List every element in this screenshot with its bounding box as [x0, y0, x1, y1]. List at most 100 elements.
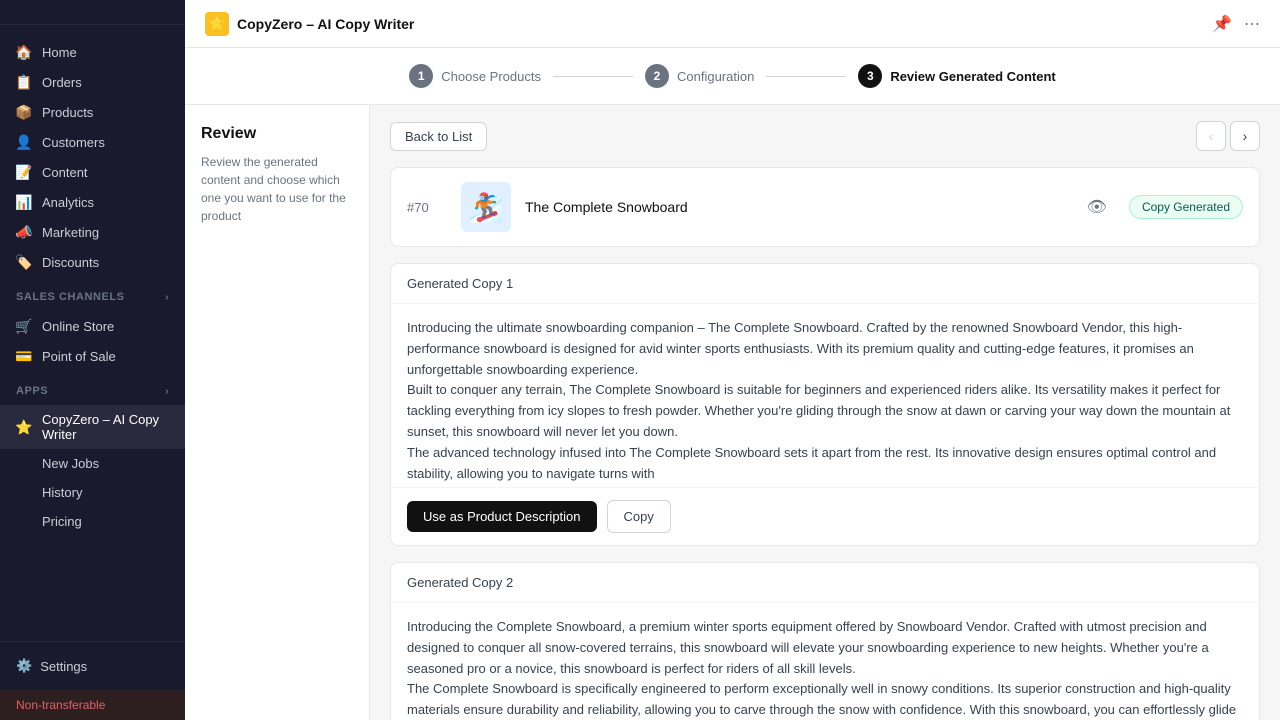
back-to-list-button[interactable]: Back to List	[390, 122, 487, 151]
sidebar-item-label: Home	[42, 45, 77, 60]
sidebar: 🏠 Home 📋 Orders 📦 Products 👤 Customers 📝…	[0, 0, 185, 720]
discounts-icon: 🏷️	[16, 254, 32, 270]
home-icon: 🏠	[16, 44, 32, 60]
content-area: Review Review the generated content and …	[185, 105, 1280, 720]
customers-icon: 👤	[16, 134, 32, 150]
sidebar-item-label: Products	[42, 105, 93, 120]
copy-section-1: Generated Copy 1 Use as Product Descript…	[390, 263, 1260, 546]
left-panel: Review Review the generated content and …	[185, 105, 370, 720]
step-choose-products: 1 Choose Products	[409, 64, 541, 88]
main-area: ⭐ CopyZero – AI Copy Writer 📌 ⋯ 1 Choose…	[185, 0, 1280, 720]
topbar: ⭐ CopyZero – AI Copy Writer 📌 ⋯	[185, 0, 1280, 48]
sidebar-item-label: CopyZero – AI Copy Writer	[42, 412, 169, 442]
prev-arrow-button[interactable]: ‹	[1196, 121, 1226, 151]
step-label-2: Configuration	[677, 69, 754, 84]
sidebar-settings-label: Settings	[40, 659, 87, 674]
copy-button-1[interactable]: Copy	[607, 500, 671, 533]
left-panel-title: Review	[201, 125, 353, 143]
right-panel[interactable]: Back to List ‹ › #70 🏂 The Complete Snow…	[370, 105, 1280, 720]
sidebar-item-label: Analytics	[42, 195, 94, 210]
copy-generated-badge: Copy Generated	[1129, 195, 1243, 219]
topbar-right: 📌 ⋯	[1212, 14, 1260, 34]
eye-icon[interactable]: 👁	[1087, 197, 1107, 217]
sidebar-item-label: Orders	[42, 75, 82, 90]
non-transferable-label: Non-transferable	[16, 698, 105, 712]
main-nav-section: 🏠 Home 📋 Orders 📦 Products 👤 Customers 📝…	[0, 33, 185, 281]
nav-arrows: ‹ ›	[1196, 121, 1260, 151]
pos-icon: 💳	[16, 348, 32, 364]
step-number-2: 2	[645, 64, 669, 88]
sidebar-item-marketing[interactable]: 📣 Marketing	[0, 217, 185, 247]
chevron-right-icon: ›	[165, 386, 169, 397]
non-transferable-banner: Non-transferable	[0, 690, 185, 720]
more-icon[interactable]: ⋯	[1244, 14, 1260, 34]
sidebar-top	[0, 0, 185, 25]
content-icon: 📝	[16, 164, 32, 180]
copy-section-header-2: Generated Copy 2	[391, 563, 1259, 603]
product-thumbnail: 🏂	[461, 182, 511, 232]
orders-icon: 📋	[16, 74, 32, 90]
sidebar-bottom: ⚙️ Settings	[0, 641, 185, 690]
next-arrow-button[interactable]: ›	[1230, 121, 1260, 151]
sidebar-item-content[interactable]: 📝 Content	[0, 157, 185, 187]
step-review: 3 Review Generated Content	[858, 64, 1055, 88]
sidebar-nav: 🏠 Home 📋 Orders 📦 Products 👤 Customers 📝…	[0, 25, 185, 641]
sidebar-item-orders[interactable]: 📋 Orders	[0, 67, 185, 97]
sidebar-item-label: Content	[42, 165, 88, 180]
sidebar-item-copyzero[interactable]: ⭐ CopyZero – AI Copy Writer	[0, 405, 185, 449]
left-panel-desc: Review the generated content and choose …	[201, 153, 353, 225]
step-label-3: Review Generated Content	[890, 69, 1055, 84]
app-icon: ⭐	[205, 12, 229, 36]
step-configuration: 2 Configuration	[645, 64, 754, 88]
copy-textarea-1[interactable]	[391, 304, 1259, 484]
analytics-icon: 📊	[16, 194, 32, 210]
topbar-left: ⭐ CopyZero – AI Copy Writer	[205, 12, 414, 36]
step-connector-1	[553, 76, 633, 77]
sidebar-item-label: Online Store	[42, 319, 114, 334]
sales-channels-label: Sales channels ›	[0, 281, 185, 307]
sidebar-item-label: New Jobs	[42, 456, 99, 471]
sidebar-item-label: Marketing	[42, 225, 99, 240]
stepper: 1 Choose Products 2 Configuration 3 Revi…	[185, 48, 1280, 105]
marketing-icon: 📣	[16, 224, 32, 240]
copy-section-2: Generated Copy 2 Use as Product Descript…	[390, 562, 1260, 720]
sidebar-item-pricing[interactable]: Pricing	[0, 507, 185, 536]
products-icon: 📦	[16, 104, 32, 120]
online-store-icon: 🛒	[16, 318, 32, 334]
product-card: #70 🏂 The Complete Snowboard 👁 Copy Gene…	[390, 167, 1260, 247]
sidebar-item-label: Customers	[42, 135, 105, 150]
sidebar-item-new-jobs[interactable]: New Jobs	[0, 449, 185, 478]
step-connector-2	[766, 76, 846, 77]
sidebar-item-analytics[interactable]: 📊 Analytics	[0, 187, 185, 217]
sidebar-item-label: Point of Sale	[42, 349, 116, 364]
sidebar-item-pos[interactable]: 💳 Point of Sale	[0, 341, 185, 371]
sidebar-item-home[interactable]: 🏠 Home	[0, 37, 185, 67]
sidebar-item-online-store[interactable]: 🛒 Online Store	[0, 311, 185, 341]
use-as-product-description-button-1[interactable]: Use as Product Description	[407, 501, 597, 532]
app-title: CopyZero – AI Copy Writer	[237, 16, 414, 32]
panel-toprow: Back to List ‹ ›	[390, 121, 1260, 151]
step-number-3: 3	[858, 64, 882, 88]
sidebar-item-label: History	[42, 485, 82, 500]
sales-channels-section: 🛒 Online Store 💳 Point of Sale	[0, 307, 185, 375]
product-name: The Complete Snowboard	[525, 199, 1073, 215]
sidebar-item-settings[interactable]: ⚙️ Settings	[16, 652, 169, 680]
sidebar-item-products[interactable]: 📦 Products	[0, 97, 185, 127]
settings-icon: ⚙️	[16, 658, 32, 674]
copy-section-header-1: Generated Copy 1	[391, 264, 1259, 304]
apps-label: Apps ›	[0, 375, 185, 401]
copy-textarea-2[interactable]	[391, 603, 1259, 720]
product-number: #70	[407, 200, 447, 215]
sidebar-item-customers[interactable]: 👤 Customers	[0, 127, 185, 157]
sidebar-item-label: Pricing	[42, 514, 82, 529]
pin-icon[interactable]: 📌	[1212, 14, 1232, 34]
sidebar-item-history[interactable]: History	[0, 478, 185, 507]
sidebar-item-discounts[interactable]: 🏷️ Discounts	[0, 247, 185, 277]
chevron-right-icon: ›	[165, 292, 169, 303]
copyzero-icon: ⭐	[16, 419, 32, 435]
copy-actions-1: Use as Product Description Copy	[391, 487, 1259, 545]
step-number-1: 1	[409, 64, 433, 88]
apps-section: ⭐ CopyZero – AI Copy Writer New Jobs His…	[0, 401, 185, 540]
step-label-1: Choose Products	[441, 69, 541, 84]
sidebar-item-label: Discounts	[42, 255, 99, 270]
